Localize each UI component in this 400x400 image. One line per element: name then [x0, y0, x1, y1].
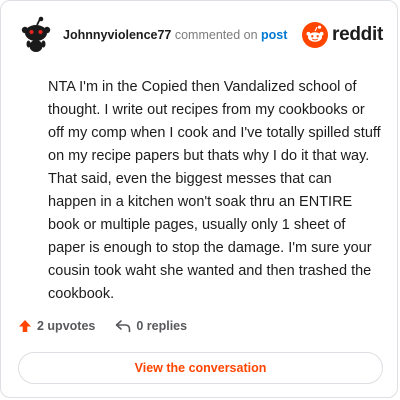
reddit-logo-icon [302, 22, 329, 48]
comment-body: NTA I'm in the Copied then Vandalized sc… [48, 79, 381, 302]
upvotes-count: 2 upvotes [37, 319, 96, 333]
reddit-brand[interactable]: reddit [302, 22, 383, 48]
snoo-avatar-icon [21, 16, 51, 52]
comment-embed-card: Johnnyviolence77 commented on post reddi… [0, 0, 398, 398]
post-link[interactable]: post [261, 28, 287, 42]
byline: Johnnyviolence77 commented on post [63, 28, 287, 42]
comment-footer: 2 upvotes 0 replies [18, 319, 207, 333]
replies-stat[interactable]: 0 replies [115, 319, 187, 333]
reddit-wordmark: reddit [332, 24, 383, 45]
action-text: commented on [174, 28, 258, 42]
view-conversation-button[interactable]: View the conversation [18, 352, 383, 384]
replies-count: 0 replies [136, 319, 188, 333]
upvote-arrow-icon [19, 320, 31, 332]
username-link[interactable]: Johnnyviolence77 [63, 28, 171, 42]
upvotes-stat[interactable]: 2 upvotes [18, 319, 95, 333]
user-avatar[interactable] [17, 16, 55, 54]
reply-icon [116, 320, 131, 333]
comment-header: Johnnyviolence77 commented on post reddi… [17, 15, 383, 55]
